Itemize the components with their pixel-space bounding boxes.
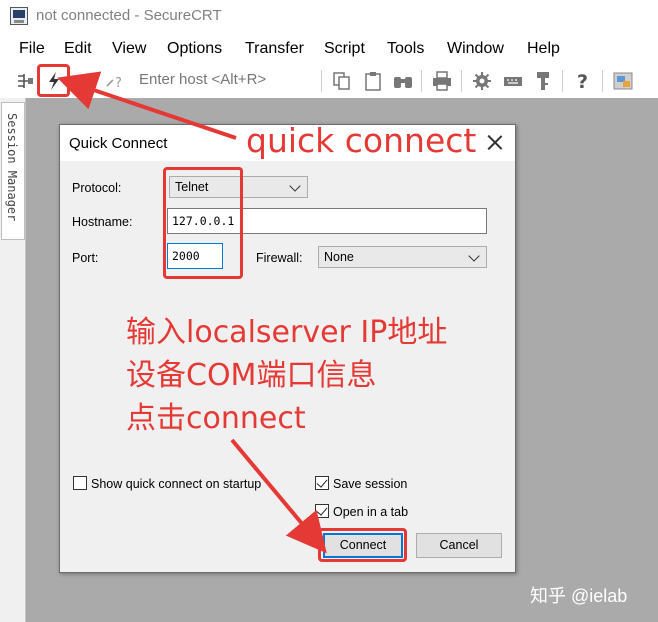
menu-options[interactable]: Options (167, 40, 222, 58)
close-icon[interactable] (483, 131, 507, 155)
firewall-value: None (324, 250, 354, 264)
menu-transfer[interactable]: Transfer (245, 40, 304, 58)
session-manager-label: Session Manager (5, 113, 19, 222)
session-manager-tab[interactable]: Session Manager (1, 102, 25, 240)
keymap-icon[interactable] (502, 70, 524, 92)
svg-text:?: ? (577, 71, 588, 92)
show-on-startup-checkbox[interactable] (73, 476, 87, 490)
protocol-value: Telnet (175, 180, 209, 194)
watermark: 知乎 @ielab (530, 586, 628, 606)
quick-connect-icon[interactable] (43, 70, 65, 92)
show-on-startup-label: Show quick connect on startup (91, 477, 262, 491)
key-icon[interactable] (532, 70, 554, 92)
help-icon[interactable]: ? (572, 70, 594, 93)
toolbar-separator (461, 70, 462, 92)
quick-connect-annotation: quick connect (246, 121, 477, 160)
paste-icon[interactable] (362, 70, 384, 92)
instruction-line-1: 输入localserver IP地址 (126, 315, 448, 350)
print-icon[interactable] (431, 70, 453, 92)
chevron-down-icon (468, 250, 480, 262)
firewall-label: Firewall: (256, 251, 303, 265)
sftp-icon[interactable] (612, 70, 634, 92)
hostname-input[interactable]: 127.0.0.1 (167, 208, 487, 234)
window-title: not connected - SecureCRT (36, 7, 222, 24)
copy-icon[interactable] (331, 70, 353, 92)
firewall-select[interactable]: None (318, 246, 487, 268)
title-bar: not connected - SecureCRT (0, 0, 658, 34)
find-icon[interactable] (392, 70, 414, 92)
port-input[interactable]: 2000 (167, 243, 223, 269)
hostname-label: Hostname: (72, 215, 133, 229)
dialog-title: Quick Connect (69, 135, 168, 152)
menu-tools[interactable]: Tools (387, 40, 424, 58)
host-entry[interactable]: Enter host <Alt+R> (139, 71, 266, 88)
protocol-label: Protocol: (72, 181, 122, 195)
menu-view[interactable]: View (112, 40, 146, 58)
toolbar-separator (602, 70, 603, 92)
menu-bar: File Edit View Options Transfer Script T… (0, 34, 658, 62)
port-label: Port: (72, 251, 99, 265)
toolbar: ? Enter host <Alt+R> ? (0, 62, 658, 98)
securecrt-app-icon[interactable] (10, 7, 28, 25)
settings-icon[interactable] (471, 70, 493, 92)
connect-tab-icon[interactable] (75, 70, 97, 92)
toolbar-separator (421, 70, 422, 92)
protocol-select[interactable]: Telnet (169, 176, 308, 198)
open-in-tab-checkbox[interactable] (315, 504, 329, 518)
cancel-button[interactable]: Cancel (416, 533, 502, 558)
port-value: 2000 (172, 249, 200, 263)
menu-window[interactable]: Window (447, 40, 504, 58)
save-session-checkbox[interactable] (315, 476, 329, 490)
menu-file[interactable]: File (19, 40, 45, 58)
toolbar-separator (321, 70, 322, 92)
connect-button[interactable]: Connect (323, 533, 403, 558)
toolbar-separator (562, 70, 563, 92)
save-session-label: Save session (333, 477, 408, 491)
svg-text:?: ? (115, 76, 122, 91)
menu-edit[interactable]: Edit (64, 40, 92, 58)
instruction-line-3: 点击connect (126, 401, 306, 436)
chevron-down-icon (289, 180, 301, 192)
side-panel: Session Manager (0, 98, 26, 622)
menu-help[interactable]: Help (527, 40, 560, 58)
reconnect-icon[interactable]: ? (103, 70, 125, 92)
hostname-value: 127.0.0.1 (172, 214, 235, 228)
menu-script[interactable]: Script (324, 40, 365, 58)
open-in-tab-label: Open in a tab (333, 505, 409, 519)
connect-tree-icon[interactable] (14, 70, 36, 92)
instruction-line-2: 设备COM端口信息 (126, 358, 377, 393)
